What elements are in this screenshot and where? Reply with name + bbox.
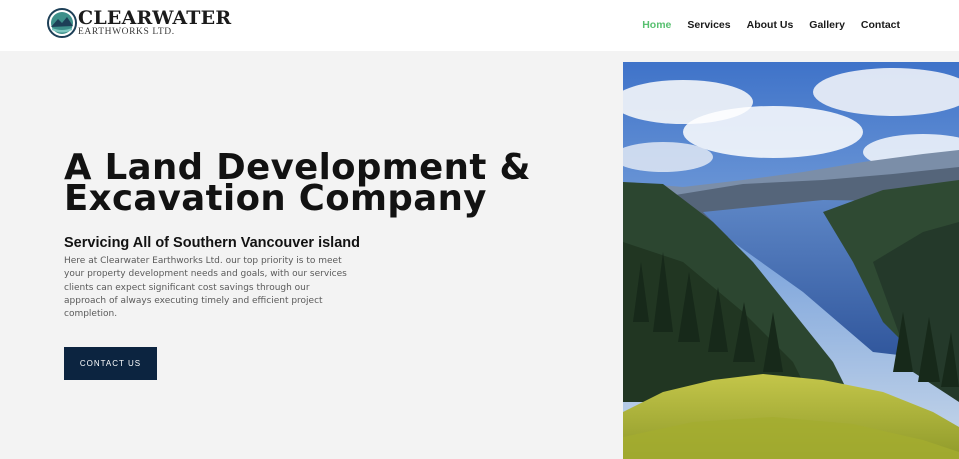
nav-contact[interactable]: Contact [861, 19, 900, 31]
hero-description: Here at Clearwater Earthworks Ltd. our t… [64, 256, 347, 320]
hero-subtitle: Servicing All of Southern Vancouver isla… [64, 235, 360, 251]
logo-emblem-icon [47, 8, 77, 38]
nav-services[interactable]: Services [687, 19, 730, 31]
logo-subtitle-text: EARTHWORKS LTD. [78, 27, 175, 37]
lake-landscape-image [623, 62, 959, 459]
hero-landscape-photo [623, 62, 959, 459]
nav-gallery[interactable]: Gallery [809, 19, 845, 31]
site-header: CLEARWATER EARTHWORKS LTD. Home Services… [0, 0, 959, 51]
nav-home[interactable]: Home [642, 19, 671, 31]
contact-us-button[interactable]: CONTACT US [64, 347, 157, 380]
hero-title-line-2: Excavation Company [64, 178, 487, 219]
hero-title: A Land Development & Excavation Company [64, 150, 584, 217]
nav-about-us[interactable]: About Us [747, 19, 794, 31]
logo-brand-text: CLEARWATER [78, 7, 232, 29]
main-nav: Home Services About Us Gallery Contact [626, 19, 900, 31]
site-logo[interactable]: CLEARWATER EARTHWORKS LTD. [47, 7, 231, 39]
